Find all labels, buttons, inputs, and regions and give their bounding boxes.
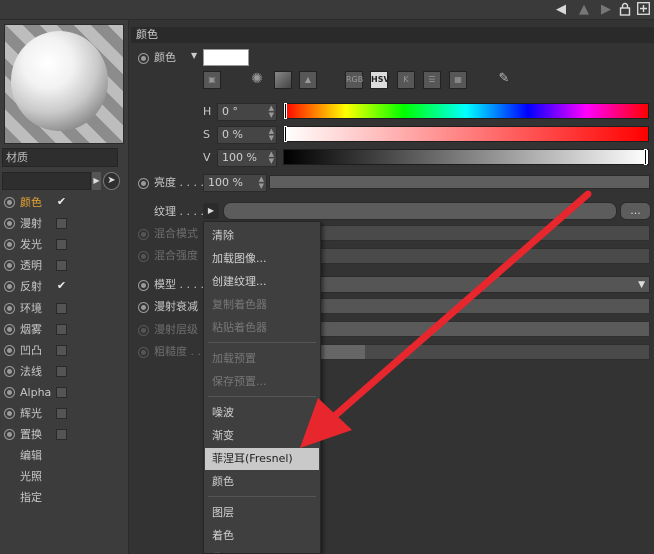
annotation-arrow	[300, 190, 592, 448]
